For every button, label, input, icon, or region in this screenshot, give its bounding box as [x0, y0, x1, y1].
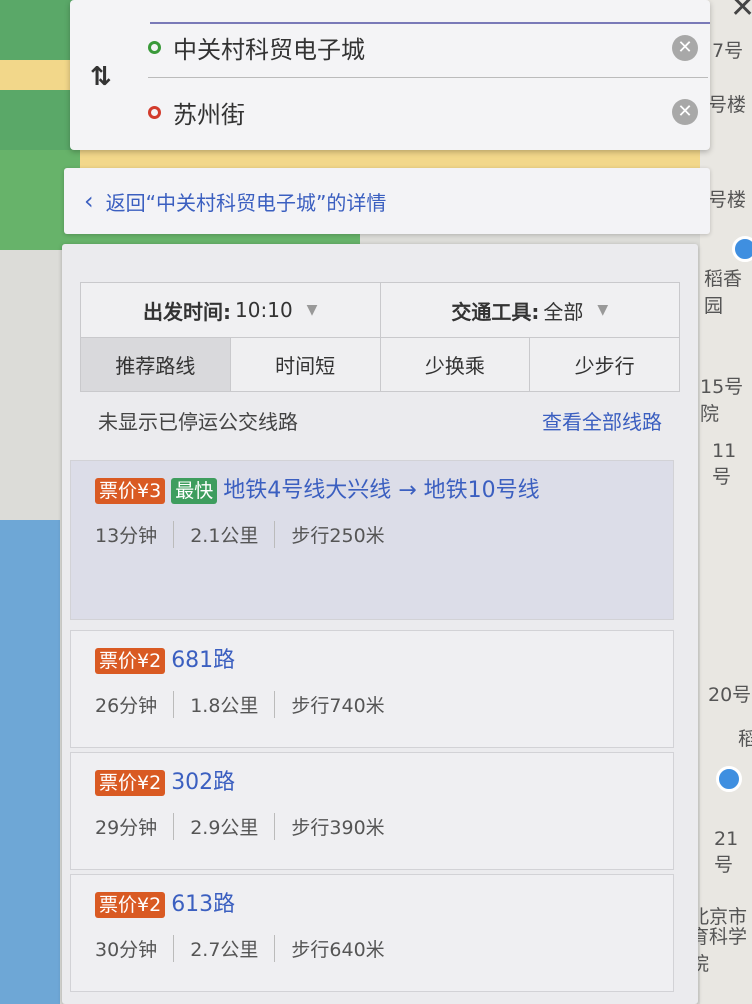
vehicle-type-label: 交通工具:	[451, 299, 540, 324]
caret-down-icon: ▼	[306, 302, 318, 318]
map-label: 稻香园	[704, 268, 743, 317]
tab-recommended[interactable]: 推荐路线	[81, 338, 230, 391]
fastest-badge: 最快	[171, 478, 218, 504]
fare-badge: 票价¥2	[95, 648, 166, 674]
departure-time-value: 10:10	[235, 298, 293, 322]
start-point-row[interactable]: 中关村科贸电子城 ✕	[148, 18, 708, 78]
sort-tabs: 推荐路线 时间短 少换乘 少步行	[80, 338, 680, 392]
clear-end-icon[interactable]: ✕	[672, 99, 698, 125]
route-name-link[interactable]: 613路	[171, 889, 235, 921]
close-icon[interactable]: ✕	[730, 0, 752, 25]
route-distance: 2.1公里	[173, 521, 258, 548]
notice-row: 未显示已停运公交线路 查看全部线路	[80, 400, 680, 440]
chevron-left-icon: ‹	[84, 187, 94, 215]
vehicle-type-select[interactable]: 交通工具: 全部 ▼	[379, 283, 680, 337]
map-label: 号楼	[708, 94, 747, 116]
route-duration: 13分钟	[95, 525, 158, 547]
route-card[interactable]: 票价¥2 613路 30分钟 2.7公里 步行640米	[70, 874, 674, 992]
route-distance: 2.9公里	[173, 813, 258, 840]
map-label: 11号	[712, 440, 737, 488]
clear-start-icon[interactable]: ✕	[672, 34, 698, 61]
map-label: 育科学院	[690, 926, 748, 975]
route-walk-distance: 步行250米	[274, 521, 385, 548]
route-name-link[interactable]: 302路	[171, 767, 235, 799]
map-label: 15号院	[700, 376, 744, 425]
view-all-routes-link[interactable]: 查看全部线路	[542, 406, 662, 435]
end-dot-icon	[148, 105, 161, 119]
start-dot-icon	[148, 41, 161, 54]
end-point-input[interactable]: 苏州街	[173, 95, 672, 130]
tab-fewest-transfers[interactable]: 少换乘	[379, 338, 530, 391]
fare-badge: 票价¥2	[95, 892, 166, 918]
swap-direction-icon[interactable]: ⇅	[90, 62, 112, 92]
departure-time-select[interactable]: 出发时间: 10:10 ▼	[81, 283, 380, 337]
route-walk-distance: 步行640米	[274, 935, 385, 962]
route-name-link[interactable]: 681路	[171, 645, 235, 677]
route-search-box: ⇅ 中关村科贸电子城 ✕ 苏州街 ✕ ✕	[70, 0, 752, 150]
route-walk-distance: 步行390米	[274, 813, 385, 840]
fare-badge: 票价¥3	[95, 478, 166, 504]
poi-marker-icon[interactable]	[716, 766, 742, 792]
map-label: 20号	[708, 684, 752, 706]
tab-shortest-time[interactable]: 时间短	[229, 338, 380, 391]
end-point-row[interactable]: 苏州街 ✕	[148, 82, 708, 142]
route-card[interactable]: 票价¥2 302路 29分钟 2.9公里 步行390米	[70, 752, 674, 870]
filter-row: 出发时间: 10:10 ▼ 交通工具: 全部 ▼	[80, 282, 680, 338]
route-walk-distance: 步行740米	[274, 691, 385, 718]
route-duration: 29分钟	[95, 817, 158, 839]
vehicle-type-value: 全部	[543, 299, 584, 324]
route-name-link[interactable]: 地铁4号线大兴线 → 地铁10号线	[223, 475, 539, 507]
map-label: 号楼	[708, 189, 747, 211]
suspended-lines-notice: 未显示已停运公交线路	[98, 409, 298, 434]
departure-time-label: 出发时间:	[143, 299, 232, 324]
caret-down-icon: ▼	[597, 302, 609, 318]
back-to-details-label: 返回“中关村科贸电子城”的详情	[105, 190, 387, 215]
route-duration: 30分钟	[95, 939, 158, 961]
route-duration: 26分钟	[95, 695, 158, 717]
route-distance: 2.7公里	[173, 935, 258, 962]
route-card[interactable]: 票价¥3 最快 地铁4号线大兴线 → 地铁10号线 13分钟 2.1公里 步行2…	[70, 460, 674, 620]
back-to-details-link[interactable]: ‹ 返回“中关村科贸电子城”的详情	[64, 168, 710, 234]
poi-marker-icon[interactable]	[732, 236, 752, 262]
route-card[interactable]: 票价¥2 681路 26分钟 1.8公里 步行740米	[70, 630, 674, 748]
map-label: 21号	[714, 828, 739, 876]
map-label: 稻	[738, 728, 752, 750]
route-results-panel: 出发时间: 10:10 ▼ 交通工具: 全部 ▼ 推荐路线 时间短 少换乘 少步…	[62, 244, 698, 1004]
fare-badge: 票价¥2	[95, 770, 166, 796]
route-distance: 1.8公里	[173, 691, 258, 718]
tab-least-walking[interactable]: 少步行	[529, 338, 679, 391]
start-point-input[interactable]: 中关村科贸电子城	[173, 30, 672, 65]
map-label: 7号	[712, 40, 744, 62]
